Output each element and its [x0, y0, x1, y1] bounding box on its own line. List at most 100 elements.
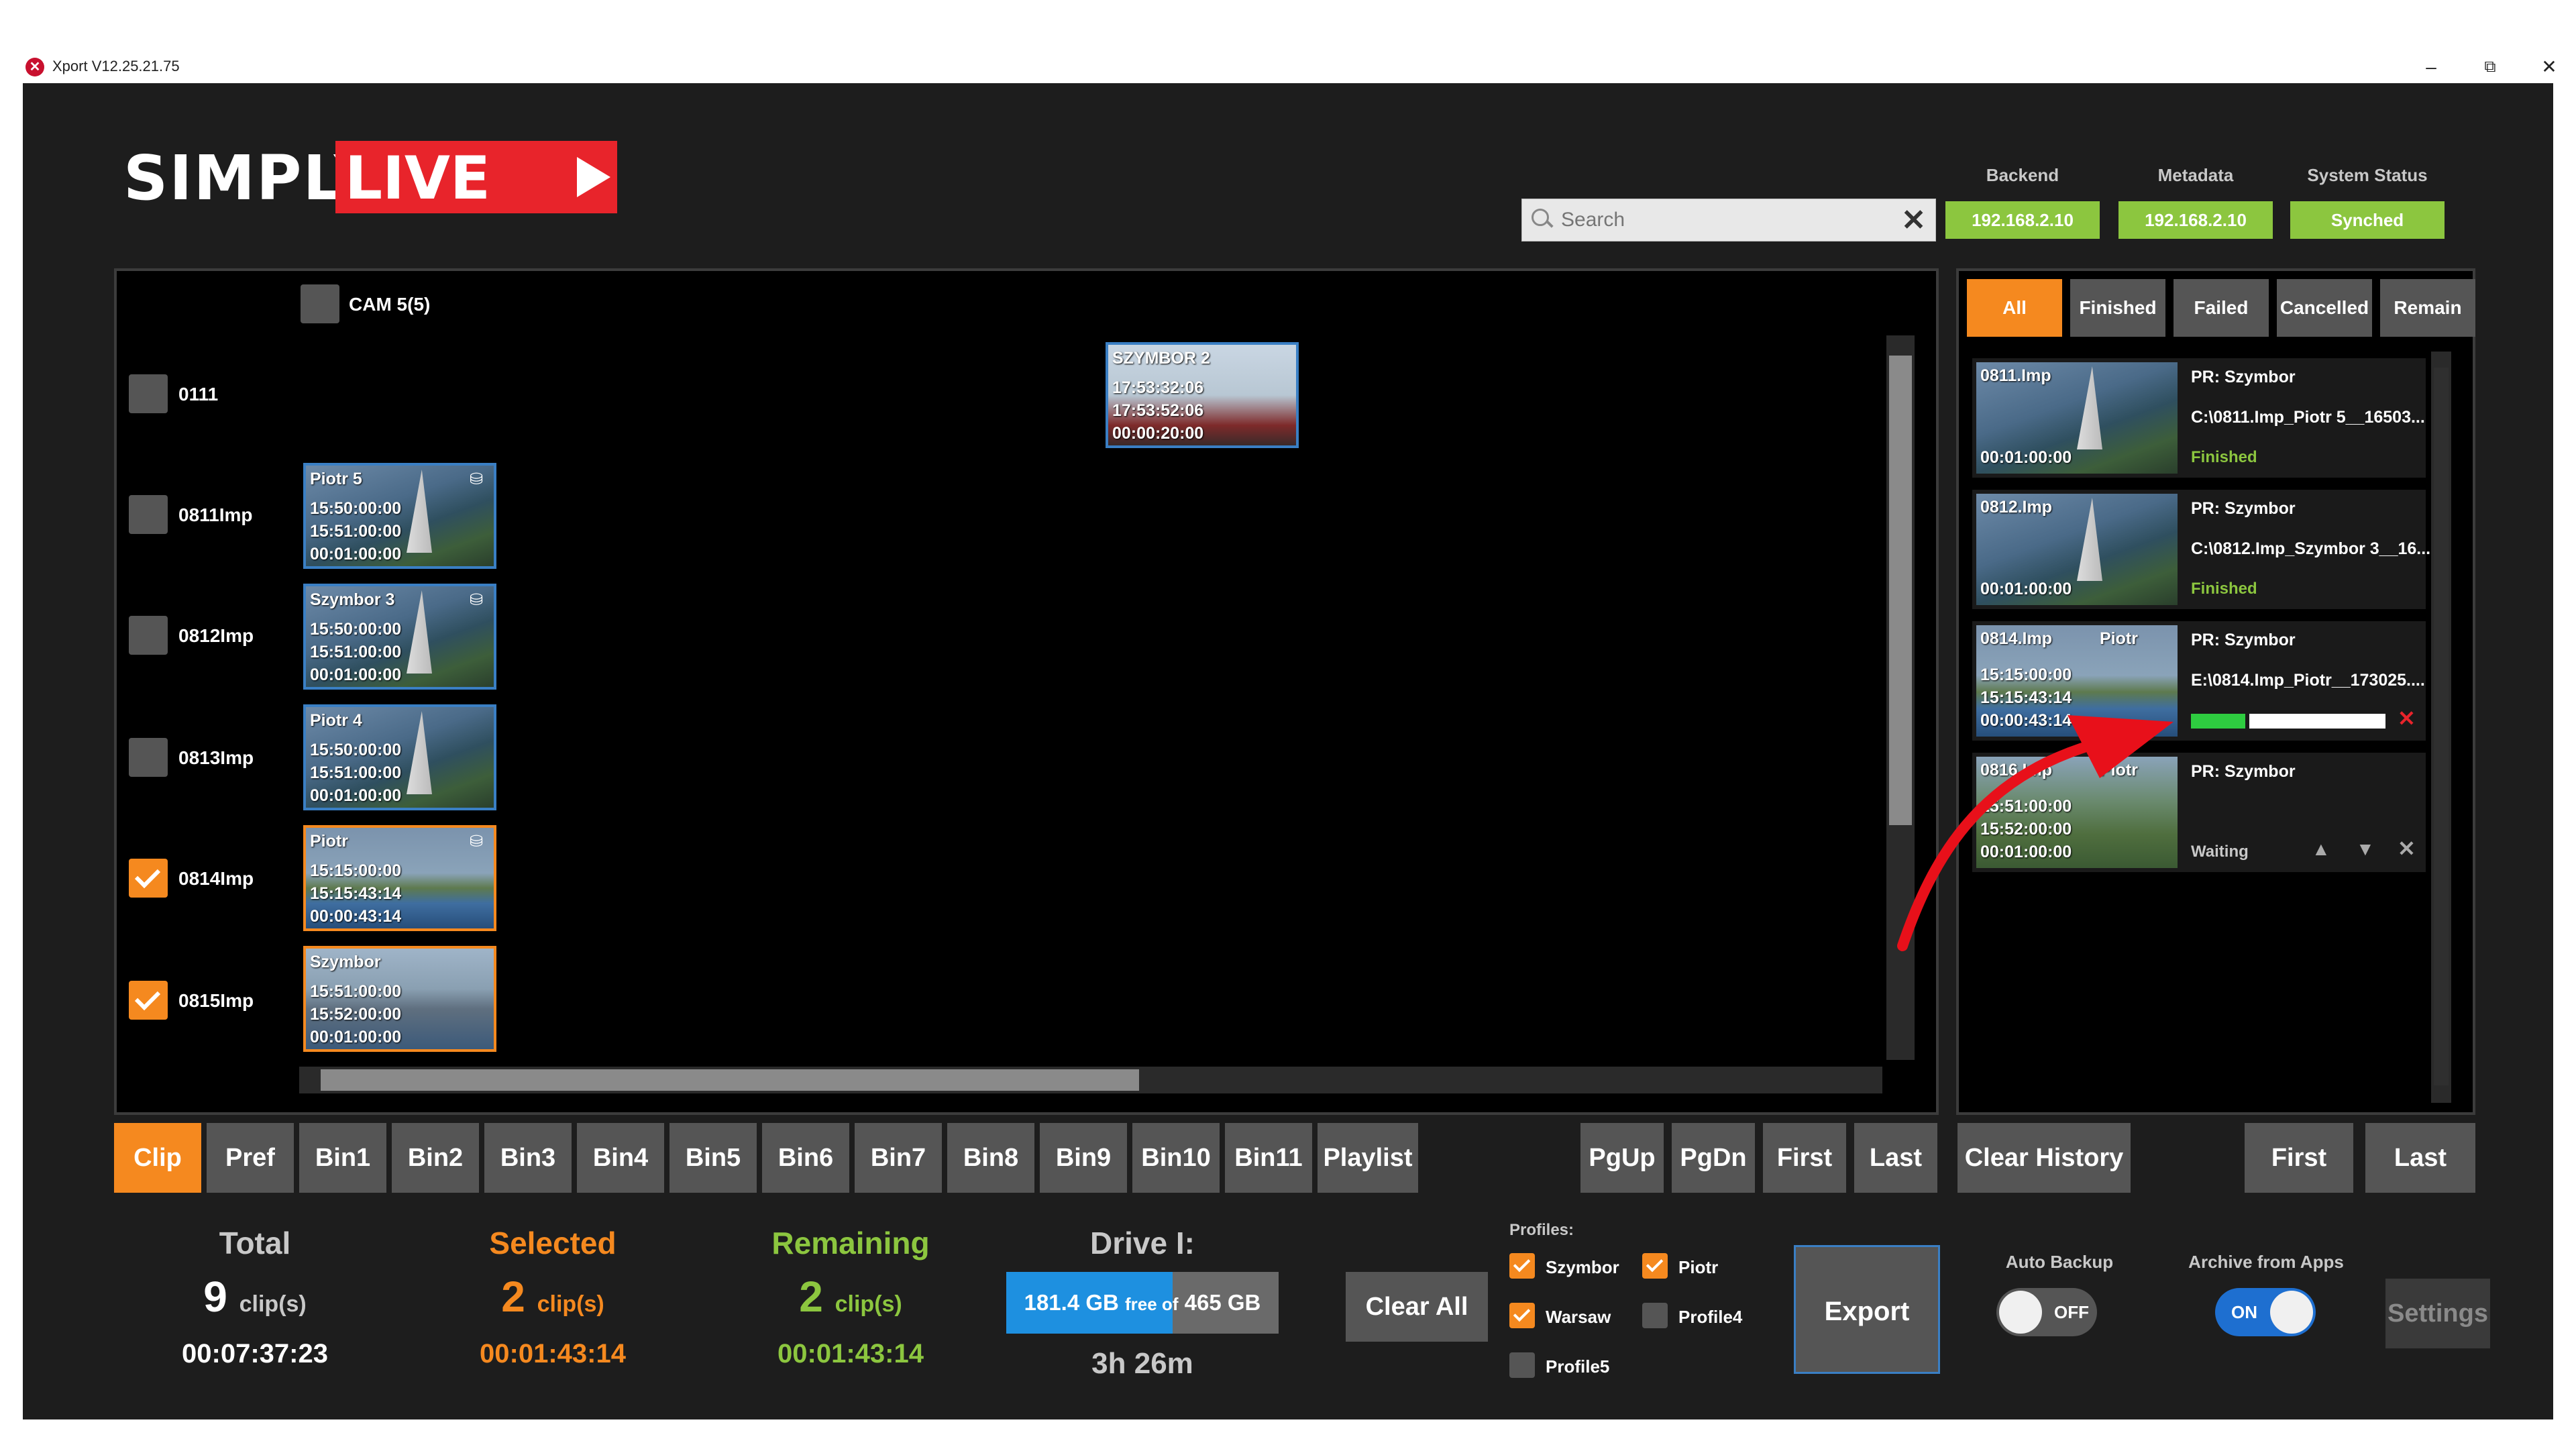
clip-in: 17:53:32:06	[1112, 378, 1204, 397]
clear-search-icon[interactable]: ✕	[1901, 203, 1926, 237]
row-checkbox-0811imp[interactable]	[129, 495, 168, 534]
export-progress-bar	[2191, 714, 2385, 729]
clip-name: Szymbor	[310, 953, 381, 971]
profile-checkbox-szymbor[interactable]	[1509, 1253, 1535, 1279]
job-name: 0812.Imp	[1980, 498, 2053, 517]
total-count-value: 9	[203, 1273, 227, 1321]
clip-duration: 00:01:00:00	[310, 545, 402, 564]
cam-checkbox[interactable]	[301, 284, 339, 323]
auto-backup-toggle[interactable]: OFF	[1996, 1288, 2097, 1336]
bin-button-bin7[interactable]: Bin7	[855, 1123, 942, 1193]
system-status: Synched	[2290, 201, 2445, 239]
row-label: 0813Imp	[178, 747, 254, 768]
clip-thumbnail[interactable]: ⛁ Piotr 5 15:50:00:00 15:51:00:00 00:01:…	[303, 463, 496, 569]
search-box[interactable]: ✕	[1521, 199, 1936, 241]
job-status: Finished	[2191, 580, 2257, 598]
queue-first-button[interactable]: First	[2245, 1123, 2353, 1193]
selected-label: Selected	[489, 1226, 616, 1260]
clip-thumbnail[interactable]: SZYMBOR 2 17:53:32:06 17:53:52:06 00:00:…	[1106, 342, 1299, 448]
clip-out: 15:51:00:00	[310, 643, 402, 661]
clip-duration: 00:00:43:14	[310, 907, 402, 926]
profile-checkbox-profile4[interactable]	[1642, 1303, 1668, 1328]
clip-duration: 00:00:20:00	[1112, 424, 1204, 443]
drive-label: Drive I:	[1090, 1226, 1195, 1260]
export-job[interactable]: 0812.Imp 00:01:00:00 PR: Szymbor C:\0812…	[1972, 490, 2430, 609]
clip-thumbnail[interactable]: Piotr 4 15:50:00:00 15:51:00:00 00:01:00…	[303, 704, 496, 810]
row-checkbox-0812imp[interactable]	[129, 616, 168, 655]
clip-thumbnail[interactable]: ⛁ Szymbor 3 15:50:00:00 15:51:00:00 00:0…	[303, 584, 496, 690]
clips-unit: clip(s)	[537, 1291, 604, 1317]
row-label: 0812Imp	[178, 625, 254, 646]
clip-name: SZYMBOR 2	[1112, 349, 1210, 368]
page-down-button[interactable]: PgDn	[1672, 1123, 1755, 1193]
row-checkbox-0815imp[interactable]	[129, 981, 168, 1020]
remaining-label: Remaining	[771, 1226, 930, 1260]
job-path: C:\0812.Imp_Szymbor 3__16...	[2191, 539, 2431, 558]
drive-time: 3h 26m	[1091, 1347, 1193, 1380]
drive-free-of: free of	[1125, 1294, 1179, 1314]
clip-out: 15:15:43:14	[310, 884, 402, 903]
bin-button-clip[interactable]: Clip	[114, 1123, 201, 1193]
scrollbar-thumb[interactable]	[321, 1069, 1139, 1091]
clip-out: 15:52:00:00	[310, 1005, 402, 1024]
queue-scrollbar[interactable]	[2431, 352, 2451, 1103]
bin-button-bin9[interactable]: Bin9	[1040, 1123, 1127, 1193]
grid-horizontal-scrollbar[interactable]	[299, 1067, 1882, 1093]
clear-history-button[interactable]: Clear History	[1957, 1123, 2131, 1193]
bin-button-bin5[interactable]: Bin5	[669, 1123, 757, 1193]
row-checkbox-0814imp[interactable]	[129, 859, 168, 898]
bin-button-bin4[interactable]: Bin4	[577, 1123, 664, 1193]
queue-last-button[interactable]: Last	[2365, 1123, 2475, 1193]
bin-button-bin1[interactable]: Bin1	[299, 1123, 386, 1193]
first-button[interactable]: First	[1763, 1123, 1846, 1193]
bin-button-pref[interactable]: Pref	[207, 1123, 294, 1193]
search-input[interactable]	[1560, 205, 1884, 235]
minimize-button[interactable]: –	[2411, 54, 2451, 80]
page-up-button[interactable]: PgUp	[1580, 1123, 1664, 1193]
filter-all[interactable]: All	[1967, 279, 2062, 337]
clip-name: Piotr 5	[310, 470, 362, 488]
export-button[interactable]: Export	[1794, 1245, 1940, 1374]
filter-remain[interactable]: Remain	[2380, 279, 2475, 337]
bin-button-bin11[interactable]: Bin11	[1225, 1123, 1312, 1193]
move-up-icon[interactable]: ▲	[2312, 839, 2330, 860]
clip-thumbnail-selected[interactable]: ⛁ Piotr 15:15:00:00 15:15:43:14 00:00:43…	[303, 825, 496, 931]
close-button[interactable]: ✕	[2529, 54, 2569, 80]
export-job[interactable]: 0811.Imp 00:01:00:00 PR: Szymbor C:\0811…	[1972, 358, 2426, 478]
last-button[interactable]: Last	[1854, 1123, 1937, 1193]
clip-thumbnail-selected[interactable]: Szymbor 15:51:00:00 15:52:00:00 00:01:00…	[303, 946, 496, 1052]
toggle-state: ON	[2231, 1302, 2257, 1322]
filter-cancelled[interactable]: Cancelled	[2277, 279, 2372, 337]
job-name: 0814.Imp	[1980, 629, 2053, 648]
move-down-icon[interactable]: ▼	[2356, 839, 2375, 860]
row-label: 0811Imp	[178, 504, 253, 525]
row-checkbox-0111[interactable]	[129, 374, 168, 413]
bin-button-bin6[interactable]: Bin6	[762, 1123, 849, 1193]
job-path: E:\0814.Imp_Piotr__173025....	[2191, 671, 2425, 690]
bin-button-playlist[interactable]: Playlist	[1318, 1123, 1418, 1193]
profile-checkbox-profile5[interactable]	[1509, 1352, 1535, 1378]
scrollbar-thumb[interactable]	[2434, 368, 2449, 1085]
bin-button-bin8[interactable]: Bin8	[947, 1123, 1034, 1193]
bin-button-bin10[interactable]: Bin10	[1132, 1123, 1220, 1193]
filter-failed[interactable]: Failed	[2174, 279, 2269, 337]
clip-out: 15:51:00:00	[310, 763, 402, 782]
cancel-job-icon[interactable]: ✕	[2398, 706, 2416, 731]
remove-job-icon[interactable]: ✕	[2398, 836, 2416, 861]
profile-checkbox-piotr[interactable]	[1642, 1253, 1668, 1279]
restore-button[interactable]: ⧉	[2470, 54, 2510, 80]
total-time: 00:07:37:23	[182, 1339, 328, 1368]
row-checkbox-0813imp[interactable]	[129, 738, 168, 777]
filter-finished[interactable]: Finished	[2070, 279, 2165, 337]
bin-button-bin3[interactable]: Bin3	[484, 1123, 572, 1193]
backend-label: Backend	[1986, 165, 2059, 185]
profiles-label: Profiles:	[1509, 1221, 1574, 1239]
red-arrow-annotation	[1897, 715, 2174, 951]
clear-all-button[interactable]: Clear All	[1346, 1272, 1488, 1342]
clip-name: Piotr 4	[310, 711, 362, 730]
profile-checkbox-warsaw[interactable]	[1509, 1303, 1535, 1328]
bin-button-bin2[interactable]: Bin2	[392, 1123, 479, 1193]
archive-from-apps-toggle[interactable]: ON	[2215, 1288, 2316, 1336]
settings-button[interactable]: Settings	[2385, 1279, 2490, 1348]
clip-duration: 00:01:00:00	[310, 1028, 402, 1046]
